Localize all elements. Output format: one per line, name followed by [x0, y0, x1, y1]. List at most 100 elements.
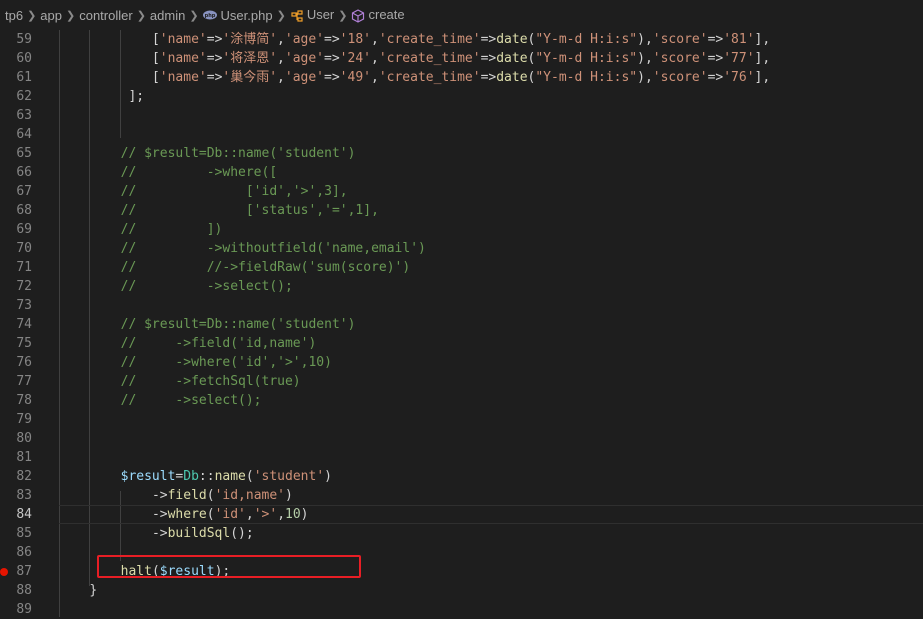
code-text: // //->fieldRaw('sum(score)') — [120, 260, 411, 275]
line-number[interactable]: 87 — [0, 562, 32, 581]
line-number[interactable]: 88 — [0, 581, 32, 600]
code-line[interactable]: 63 — [0, 106, 923, 125]
breadcrumb-file[interactable]: php User.php — [202, 7, 273, 23]
code-line[interactable]: 77 // ->fetchSql(true) — [0, 372, 923, 391]
code-line[interactable]: 81 — [0, 448, 923, 467]
breadcrumb-admin[interactable]: admin — [150, 8, 185, 23]
breadcrumb: tp6 ❯ app ❯ controller ❯ admin ❯ php User… — [0, 0, 923, 30]
code-text: ['name'=>'将泽恩','age'=>'24','create_time'… — [151, 51, 771, 66]
code-line[interactable]: 85 ->buildSql(); — [0, 524, 923, 543]
line-number[interactable]: 74 — [0, 315, 32, 334]
line-number[interactable]: 79 — [0, 410, 32, 429]
code-line[interactable]: 73 — [0, 296, 923, 315]
line-number[interactable]: 81 — [0, 448, 32, 467]
line-number[interactable]: 82 — [0, 467, 32, 486]
line-number[interactable]: 84 — [0, 505, 32, 524]
code-line[interactable]: 88 } — [0, 581, 923, 600]
code-line[interactable]: 67 // ['id','>',3], — [0, 182, 923, 201]
code-line[interactable]: 64 — [0, 125, 923, 144]
breadcrumb-class[interactable]: User — [290, 7, 334, 23]
breadcrumb-tp6[interactable]: tp6 — [5, 8, 23, 23]
line-number[interactable]: 76 — [0, 353, 32, 372]
code-editor[interactable]: 59 ['name'=>'涂博简','age'=>'18','create_ti… — [0, 30, 923, 617]
code-line[interactable]: 69 // ]) — [0, 220, 923, 239]
line-number[interactable]: 71 — [0, 258, 32, 277]
line-number[interactable]: 77 — [0, 372, 32, 391]
breadcrumb-file-label: User.php — [220, 7, 273, 23]
line-number[interactable]: 60 — [0, 49, 32, 68]
code-text: // $result=Db::name('student') — [120, 317, 356, 332]
code-line[interactable]: 80 — [0, 429, 923, 448]
code-line[interactable]: 83 ->field('id,name') — [0, 486, 923, 505]
line-number[interactable]: 83 — [0, 486, 32, 505]
line-number[interactable]: 66 — [0, 163, 32, 182]
code-line[interactable]: 76 // ->where('id','>',10) — [0, 353, 923, 372]
line-number[interactable]: 72 — [0, 277, 32, 296]
chevron-right-icon: ❯ — [136, 9, 146, 22]
line-number[interactable]: 62 — [0, 87, 32, 106]
class-icon — [291, 10, 303, 22]
code-line[interactable]: 62 ]; — [0, 87, 923, 106]
code-line[interactable]: 61 ['name'=>'巢今雨','age'=>'49','create_ti… — [0, 68, 923, 87]
code-text: // ->fetchSql(true) — [120, 374, 301, 389]
code-line[interactable]: 65 // $result=Db::name('student') — [0, 144, 923, 163]
code-line[interactable]: 84 ->where('id','>',10) — [0, 505, 923, 524]
line-number[interactable]: 67 — [0, 182, 32, 201]
chevron-right-icon: ❯ — [27, 9, 37, 22]
code-line[interactable]: 75 // ->field('id,name') — [0, 334, 923, 353]
code-text: ->where('id','>',10) — [151, 507, 309, 522]
chevron-right-icon: ❯ — [276, 9, 286, 22]
method-cube-icon — [352, 9, 365, 23]
line-number[interactable]: 73 — [0, 296, 32, 315]
code-line[interactable]: 79 — [0, 410, 923, 429]
line-number[interactable]: 64 — [0, 125, 32, 144]
code-text: // ]) — [120, 222, 223, 237]
line-number[interactable]: 89 — [0, 600, 32, 619]
code-text: ->field('id,name') — [151, 488, 293, 503]
code-line[interactable]: 60 ['name'=>'将泽恩','age'=>'24','create_ti… — [0, 49, 923, 68]
breadcrumb-app[interactable]: app — [40, 8, 62, 23]
php-file-icon: php — [202, 10, 217, 19]
line-number[interactable]: 69 — [0, 220, 32, 239]
line-number[interactable]: 80 — [0, 429, 32, 448]
code-text: // ['id','>',3], — [120, 184, 348, 199]
svg-text:php: php — [204, 13, 215, 19]
annotation-highlight-box — [97, 555, 361, 578]
code-line[interactable]: 68 // ['status','=',1], — [0, 201, 923, 220]
chevron-right-icon: ❯ — [338, 9, 348, 22]
breadcrumb-class-label: User — [306, 7, 335, 23]
code-text: // ->where('id','>',10) — [120, 355, 332, 370]
code-text: // ->select(); — [120, 279, 293, 294]
code-line[interactable]: 70 // ->withoutfield('name,email') — [0, 239, 923, 258]
breadcrumb-method-label: create — [368, 7, 405, 23]
code-text: ['name'=>'巢今雨','age'=>'49','create_time'… — [151, 70, 771, 85]
code-text: // ->field('id,name') — [120, 336, 317, 351]
line-number[interactable]: 75 — [0, 334, 32, 353]
breadcrumb-controller[interactable]: controller — [79, 8, 132, 23]
line-number[interactable]: 85 — [0, 524, 32, 543]
code-line[interactable]: 74 // $result=Db::name('student') — [0, 315, 923, 334]
code-text: ['name'=>'涂博简','age'=>'18','create_time'… — [151, 32, 771, 47]
code-text: $result=Db::name('student') — [120, 469, 332, 484]
line-number[interactable]: 59 — [0, 30, 32, 49]
code-line[interactable]: 71 // //->fieldRaw('sum(score)') — [0, 258, 923, 277]
line-number[interactable]: 65 — [0, 144, 32, 163]
line-number[interactable]: 68 — [0, 201, 32, 220]
breadcrumb-method[interactable]: create — [351, 7, 405, 23]
code-text: // ->withoutfield('name,email') — [120, 241, 426, 256]
chevron-right-icon: ❯ — [66, 9, 76, 22]
code-text: // $result=Db::name('student') — [120, 146, 356, 161]
code-line[interactable]: 72 // ->select(); — [0, 277, 923, 296]
line-number[interactable]: 86 — [0, 543, 32, 562]
code-text: // ->select(); — [120, 393, 262, 408]
code-line[interactable]: 89 — [0, 600, 923, 619]
line-number[interactable]: 78 — [0, 391, 32, 410]
code-line[interactable]: 59 ['name'=>'涂博简','age'=>'18','create_ti… — [0, 30, 923, 49]
line-number[interactable]: 61 — [0, 68, 32, 87]
code-line[interactable]: 82 $result=Db::name('student') — [0, 467, 923, 486]
code-text: ->buildSql(); — [151, 526, 254, 541]
code-line[interactable]: 66 // ->where([ — [0, 163, 923, 182]
code-line[interactable]: 78 // ->select(); — [0, 391, 923, 410]
line-number[interactable]: 63 — [0, 106, 32, 125]
line-number[interactable]: 70 — [0, 239, 32, 258]
